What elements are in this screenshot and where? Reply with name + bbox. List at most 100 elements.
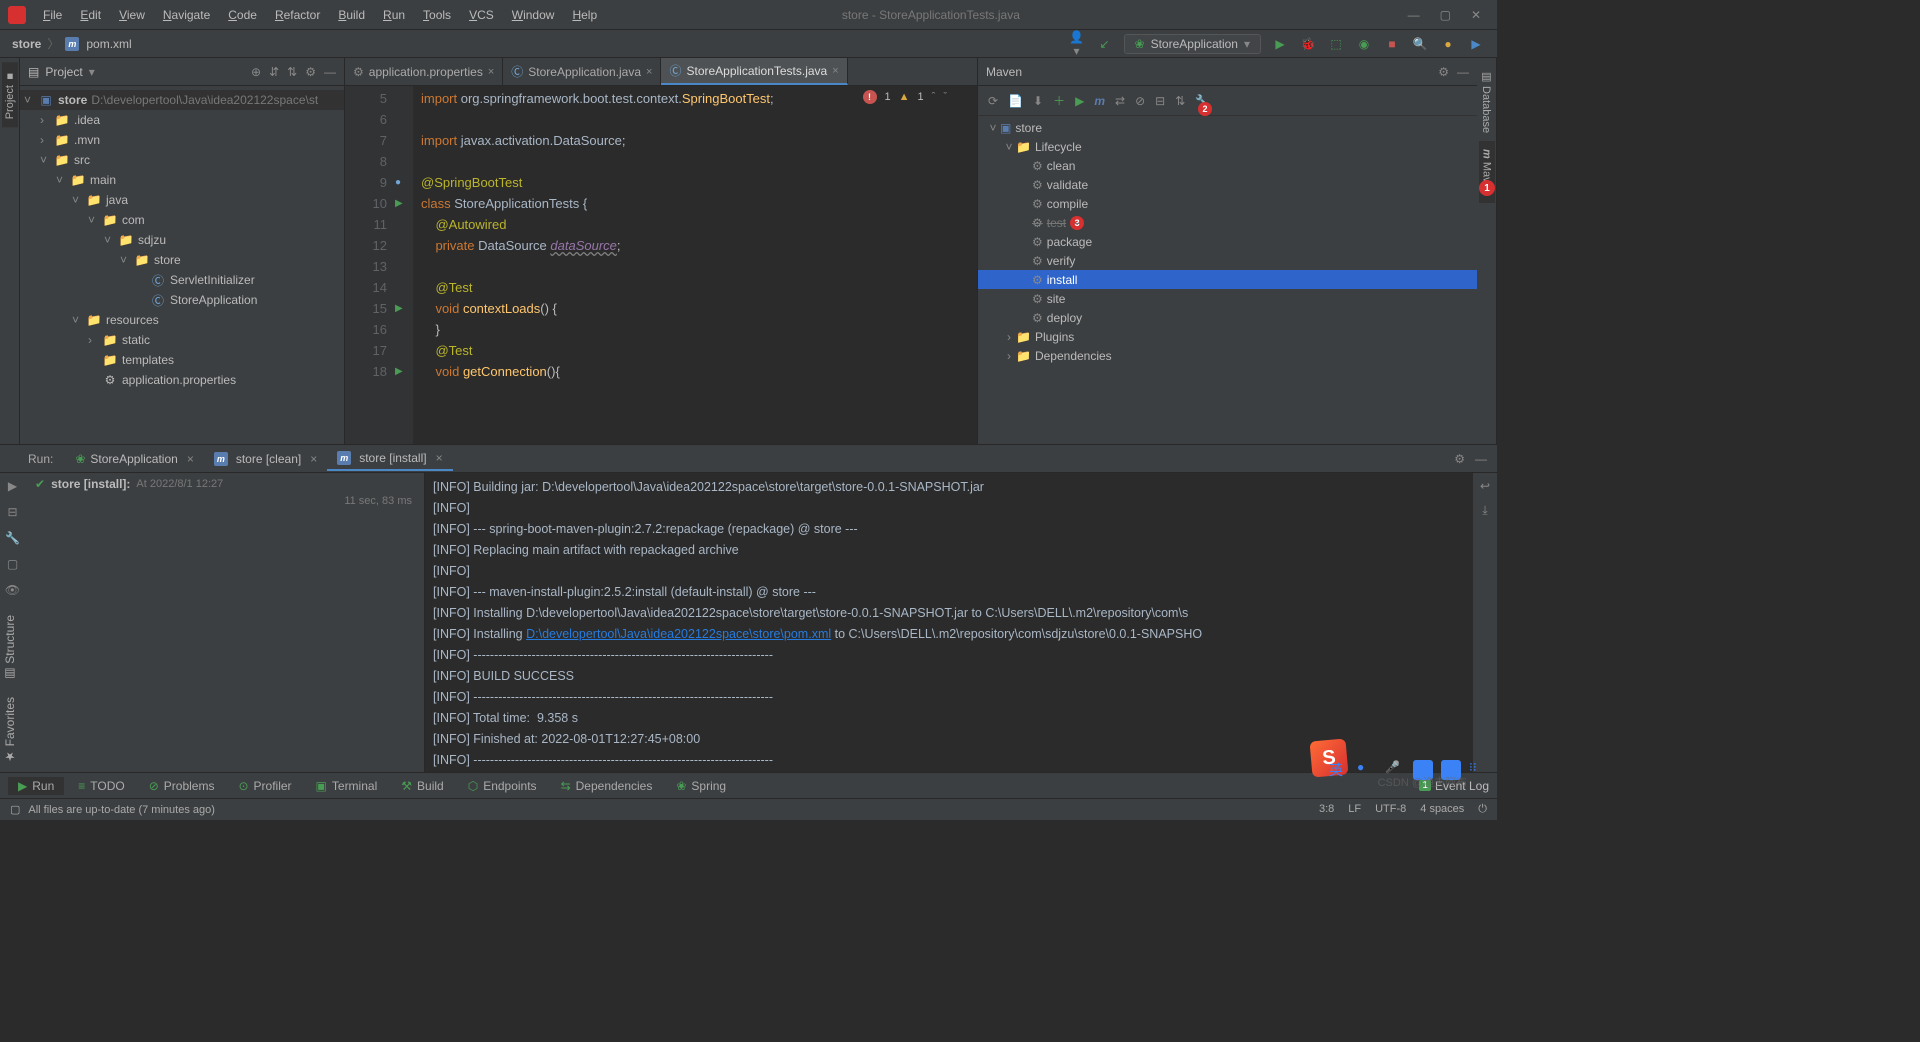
tree-node-.idea[interactable]: ›📁.idea [20, 110, 344, 130]
soft-wrap-icon[interactable]: ↩ [1480, 479, 1490, 493]
console-output[interactable]: [INFO] Building jar: D:\developertool\Ja… [425, 473, 1473, 772]
status-item[interactable]: 3:8 [1319, 803, 1334, 816]
bottom-tab-profiler[interactable]: ⊙Profiler [228, 777, 301, 795]
editor-tab[interactable]: ⒸStoreApplication.java× [503, 58, 661, 85]
breadcrumb-project[interactable]: store [12, 37, 41, 51]
menu-tools[interactable]: Tools [416, 5, 458, 25]
tree-node-StoreApplication[interactable]: ⒸStoreApplication [20, 290, 344, 310]
tree-node-templates[interactable]: 📁templates [20, 350, 344, 370]
stop-icon[interactable]: ■ [1383, 37, 1401, 51]
gear-icon[interactable]: ⚙ [305, 65, 316, 79]
menu-navigate[interactable]: Navigate [156, 5, 217, 25]
maximize-icon[interactable]: ▢ [1440, 8, 1451, 22]
bottom-tab-todo[interactable]: ≡TODO [68, 777, 134, 795]
run-config-selector[interactable]: ❀ StoreApplication ▾ [1124, 34, 1261, 54]
hide-icon[interactable]: — [1457, 65, 1469, 79]
maven-goal-clean[interactable]: ⚙clean [978, 156, 1477, 175]
maven-goal-test[interactable]: ⚙test3 [978, 213, 1477, 232]
skip-tests-icon[interactable]: ⊘ [1135, 94, 1145, 108]
tree-node-java[interactable]: ˅📁java [20, 190, 344, 210]
tree-node-src[interactable]: ˅📁src [20, 150, 344, 170]
maven-goal-validate[interactable]: ⚙validate [978, 175, 1477, 194]
filter-icon[interactable]: ▢ [7, 557, 18, 571]
run-icon[interactable]: ▶ [1271, 37, 1289, 51]
menu-file[interactable]: File [36, 5, 69, 25]
eye-icon[interactable]: 👁 [5, 583, 20, 597]
close-icon[interactable]: ✕ [1471, 8, 1481, 22]
bottom-tab-spring[interactable]: ❀Spring [666, 777, 736, 795]
menu-view[interactable]: View [112, 5, 152, 25]
hide-icon[interactable]: — [1475, 452, 1487, 466]
scroll-icon[interactable]: ⤓ [1482, 503, 1487, 518]
bottom-tab-dependencies[interactable]: ⇆Dependencies [551, 777, 663, 795]
m-icon[interactable]: m [1094, 94, 1105, 108]
menu-refactor[interactable]: Refactor [268, 5, 327, 25]
maven-plugins[interactable]: ›📁Plugins [978, 327, 1477, 346]
tree-root[interactable]: ˅▣storeD:\developertool\Java\idea202122s… [20, 90, 344, 110]
project-tool-tab[interactable]: Project ■ [2, 62, 18, 127]
status-item[interactable]: 4 spaces [1420, 803, 1464, 816]
maven-lifecycle[interactable]: ˅📁Lifecycle [978, 137, 1477, 156]
structure-tool-tab[interactable]: ▤ Structure [1, 607, 19, 689]
run-maven-icon[interactable]: ▶ [1075, 94, 1084, 108]
run-tab[interactable]: mstore [install]× [327, 447, 452, 471]
tree-node-sdjzu[interactable]: ˅📁sdjzu [20, 230, 344, 250]
profile-icon[interactable]: ◉ [1355, 37, 1373, 51]
show-deps-icon[interactable]: ⊟ [1155, 94, 1165, 108]
maven-goal-verify[interactable]: ⚙verify [978, 251, 1477, 270]
bottom-tab-run[interactable]: ▶Run [8, 777, 64, 795]
menu-window[interactable]: Window [505, 5, 562, 25]
tree-node-.mvn[interactable]: ›📁.mvn [20, 130, 344, 150]
gear-icon[interactable]: ⚙ [1454, 452, 1465, 466]
editor-tab[interactable]: ⚙application.properties× [345, 58, 503, 85]
bottom-tab-endpoints[interactable]: ⬡Endpoints [458, 777, 547, 795]
search-icon[interactable]: 🔍 [1411, 37, 1429, 51]
status-icon[interactable]: ▢ [10, 803, 20, 816]
debug-icon[interactable]: 🐞 [1299, 37, 1317, 51]
coverage-icon[interactable]: ⬚ [1327, 37, 1345, 51]
status-item[interactable]: LF [1348, 803, 1361, 816]
run-tab[interactable]: mstore [clean]× [204, 447, 327, 471]
maven-goal-compile[interactable]: ⚙compile [978, 194, 1477, 213]
tree-node-application.properties[interactable]: ⚙application.properties [20, 370, 344, 390]
tree-node-static[interactable]: ›📁static [20, 330, 344, 350]
maven-root[interactable]: ˅▣store [978, 118, 1477, 137]
toggle-icon[interactable]: ⇄ [1115, 94, 1125, 108]
maven-goal-install[interactable]: ⚙install [978, 270, 1477, 289]
status-item[interactable]: UTF-8 [1375, 803, 1406, 816]
wrench-icon[interactable]: 🔧 [5, 531, 20, 545]
bottom-tab-problems[interactable]: ⊘Problems [139, 777, 225, 795]
reload-icon[interactable]: ⟳ [988, 94, 998, 108]
expand-icon[interactable]: ⇵ [269, 65, 279, 79]
minimize-icon[interactable]: — [1408, 8, 1420, 22]
notifications-icon[interactable]: ● [1439, 37, 1457, 51]
tree-node-main[interactable]: ˅📁main [20, 170, 344, 190]
close-icon[interactable]: × [646, 66, 652, 78]
status-item[interactable]: ⏻ [1478, 803, 1487, 816]
bottom-tab-terminal[interactable]: ▣Terminal [306, 777, 388, 795]
inspection-indicator[interactable]: !1 ▲1 ˆˇ [863, 90, 947, 104]
breadcrumb-file[interactable]: pom.xml [86, 37, 131, 51]
maven-goal-deploy[interactable]: ⚙deploy [978, 308, 1477, 327]
editor-tab[interactable]: ⒸStoreApplicationTests.java× [661, 58, 847, 85]
menu-vcs[interactable]: VCS [462, 5, 501, 25]
favorites-tool-tab[interactable]: ★ Favorites [1, 689, 19, 772]
tree-node-store[interactable]: ˅📁store [20, 250, 344, 270]
download-icon[interactable]: ⬇ [1033, 94, 1043, 108]
vcs-update-icon[interactable]: ↙ [1096, 37, 1114, 51]
menu-run[interactable]: Run [376, 5, 412, 25]
database-tool-tab[interactable]: ▤ Database [1478, 62, 1495, 141]
collapse-icon[interactable]: ⇅ [1175, 94, 1185, 108]
collapse-icon[interactable]: ⇅ [287, 65, 297, 79]
menu-help[interactable]: Help [565, 5, 604, 25]
gear-icon[interactable]: ⚙ [1438, 65, 1449, 79]
menu-build[interactable]: Build [331, 5, 372, 25]
bottom-tab-build[interactable]: ⚒Build [391, 777, 453, 795]
hide-icon[interactable]: — [324, 65, 336, 79]
ide-update-icon[interactable]: ▶ [1467, 37, 1485, 51]
maven-deps[interactable]: ›📁Dependencies [978, 346, 1477, 365]
maven-goal-site[interactable]: ⚙site [978, 289, 1477, 308]
close-icon[interactable]: × [832, 65, 838, 77]
stop-icon[interactable]: ⊟ [7, 505, 17, 519]
menu-code[interactable]: Code [221, 5, 264, 25]
